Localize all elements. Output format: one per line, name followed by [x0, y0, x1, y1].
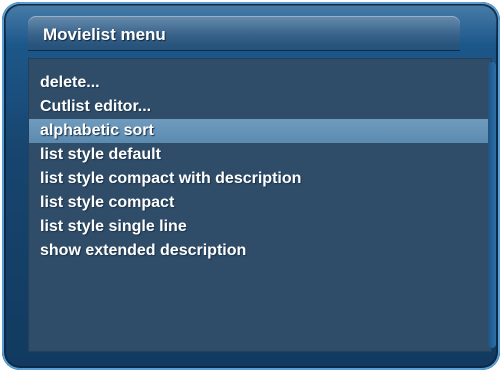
menu-item-alphabetic-sort[interactable]: alphabetic sort: [29, 119, 491, 143]
menu-panel: delete... Cutlist editor... alphabetic s…: [28, 58, 492, 352]
window-title: Movielist menu: [43, 25, 166, 44]
menu-list: delete... Cutlist editor... alphabetic s…: [29, 71, 491, 263]
window-side-bevel: [488, 62, 496, 348]
movielist-menu-window: Movielist menu delete... Cutlist editor.…: [2, 2, 500, 370]
menu-item-show-extended-description[interactable]: show extended description: [29, 239, 491, 263]
menu-item-list-style-default[interactable]: list style default: [29, 143, 491, 167]
menu-item-list-style-single-line[interactable]: list style single line: [29, 215, 491, 239]
menu-item-list-style-compact-with-description[interactable]: list style compact with description: [29, 167, 491, 191]
menu-item-delete[interactable]: delete...: [29, 71, 491, 95]
title-bar: Movielist menu: [28, 16, 460, 50]
menu-item-cutlist-editor[interactable]: Cutlist editor...: [29, 95, 491, 119]
menu-item-list-style-compact[interactable]: list style compact: [29, 191, 491, 215]
